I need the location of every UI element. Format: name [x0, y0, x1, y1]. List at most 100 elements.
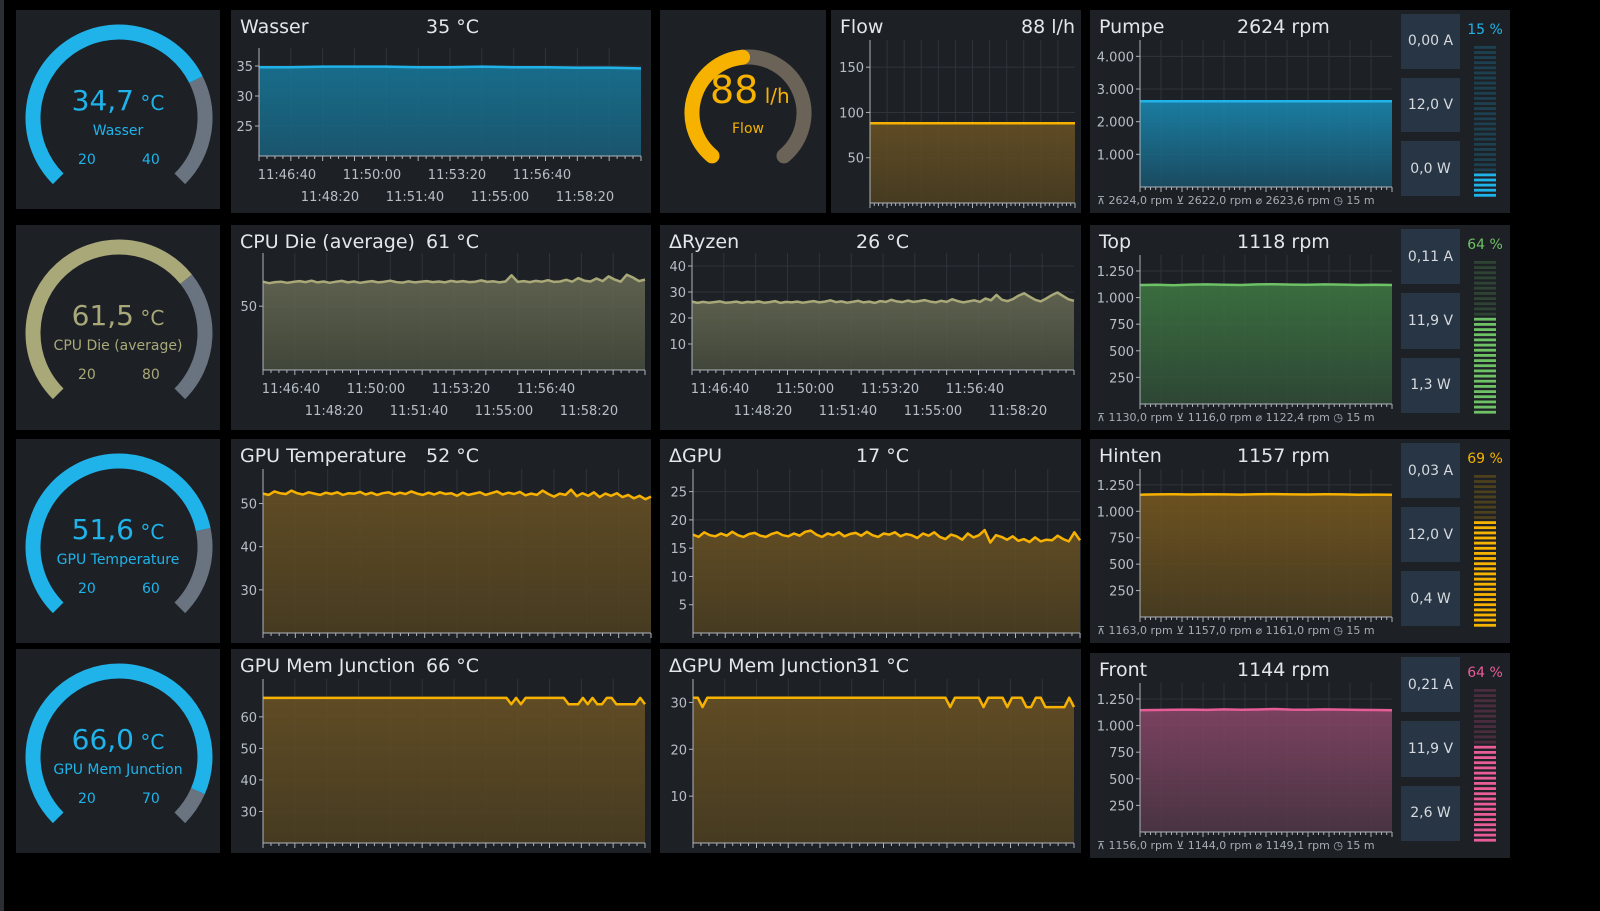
duty-segment [1474, 751, 1496, 754]
duty-segment [1474, 766, 1496, 770]
duty-segment [1474, 307, 1496, 311]
gauge-label: CPU Die (average) [53, 338, 183, 354]
gauge-value: 34,7 °C [16, 84, 220, 117]
flow-gauge-label: Flow [732, 121, 764, 137]
chart-panel-gpu-temperature: GPU Temperature 52 °C 30 40 50 [231, 439, 652, 643]
duty-segment [1474, 598, 1496, 601]
duty-segment [1474, 782, 1496, 785]
y-tick-label: 15 [670, 542, 687, 557]
duty-segment [1474, 261, 1496, 264]
y-tick-label: 30 [240, 584, 257, 599]
duty-segment [1474, 395, 1496, 399]
duty-segment [1474, 312, 1496, 316]
series-area [870, 123, 1075, 203]
duty-segment [1474, 541, 1496, 545]
series-area [692, 292, 1074, 370]
fan-panel-hinten: Hinten 1157 rpm 250 500 750 1.000 1.250 0,03 A1… [1090, 439, 1510, 643]
series-area [263, 697, 645, 843]
x-tick-label: 11:56:40 [513, 168, 571, 183]
duty-segment [1474, 81, 1496, 85]
x-tick-label: 11:46:40 [262, 382, 320, 397]
fan-legend: ⊼ 1156,0 rpm ⊻ 1144,0 rpm ⌀ 1149,1 rpm ◷… [1097, 839, 1375, 852]
duty-segment [1474, 792, 1496, 796]
x-tick-label: 11:46:40 [258, 168, 316, 183]
duty-segment [1474, 526, 1496, 530]
chart-panel-flow: Flow 88 l/h 50 100 150 [831, 10, 1081, 213]
duty-segment [1474, 297, 1496, 300]
fan-duty-bar [1474, 475, 1496, 627]
duty-segment [1474, 173, 1496, 177]
fan-duty-bar [1474, 261, 1496, 414]
series-area [263, 274, 645, 370]
duty-segment [1474, 333, 1496, 337]
duty-segment [1474, 735, 1496, 739]
y-tick-label: 40 [240, 774, 257, 789]
gauge-min: 20 [78, 367, 96, 383]
duty-segment [1474, 838, 1496, 842]
x-tick-label: 11:50:00 [347, 382, 405, 397]
gauge-value: 51,6 °C [16, 513, 220, 546]
duty-segment [1474, 107, 1496, 110]
x-tick-label: 11:58:20 [556, 190, 614, 205]
y-tick-label: 60 [240, 711, 257, 726]
fan-panel-pumpe: Pumpe 2624 rpm 1.000 2.000 3.000 4.000 0,00 A1… [1090, 10, 1510, 213]
duty-segment [1474, 495, 1496, 499]
duty-segment [1474, 745, 1496, 749]
y-tick-label: 50 [240, 300, 257, 315]
gauge-max: 70 [142, 791, 160, 807]
duty-segment [1474, 343, 1496, 347]
series-area [693, 697, 1074, 843]
chart-panel-gpu-mem-junction: GPU Mem Junction 66 °C 30 40 50 60 [231, 649, 651, 853]
gauge-label: GPU Temperature [56, 552, 180, 568]
duty-segment [1474, 158, 1496, 161]
duty-segment [1474, 613, 1496, 617]
duty-segment [1474, 562, 1496, 566]
x-tick-label: 11:50:00 [776, 382, 834, 397]
duty-segment [1474, 400, 1496, 404]
x-tick-label: 11:48:20 [301, 190, 359, 205]
chart-svg: 30 40 50 60 [240, 679, 646, 848]
x-tick-label: 11:53:20 [861, 382, 919, 397]
duty-segment [1474, 86, 1496, 90]
x-tick-label: 11:55:00 [475, 404, 533, 419]
duty-segment [1474, 740, 1496, 744]
duty-segment [1474, 510, 1496, 514]
gauge-label: GPU Mem Junction [53, 762, 183, 778]
duty-segment [1474, 694, 1496, 697]
x-tick-label: 11:51:40 [819, 404, 877, 419]
duty-segment [1474, 112, 1496, 116]
chart-panel-ryzen: ΔRyzen 26 °C 10 20 30 40 11:46:40 11:50:00 11:… [660, 225, 1081, 430]
duty-segment [1474, 730, 1496, 734]
gauge-number: 51,6 [71, 513, 134, 546]
duty-segment [1474, 348, 1496, 352]
y-tick-label: 30 [236, 90, 253, 105]
duty-segment [1474, 102, 1496, 105]
duty-segment [1474, 552, 1496, 555]
duty-segment [1474, 410, 1496, 414]
gauge-max: 40 [142, 152, 160, 168]
duty-segment [1474, 802, 1496, 806]
y-tick-label: 20 [670, 514, 687, 529]
y-tick-label: 30 [669, 286, 686, 301]
gauge-panel-flow: 88 l/h Flow [660, 10, 826, 213]
duty-segment [1474, 699, 1496, 703]
duty-segment [1474, 709, 1496, 713]
duty-segment [1474, 271, 1496, 275]
gauge-panel-cpu: 61,5 °C CPU Die (average) 20 80 [16, 225, 220, 430]
duty-segment [1474, 567, 1496, 571]
x-tick-label: 11:55:00 [471, 190, 529, 205]
duty-segment [1474, 572, 1496, 576]
duty-segment [1474, 623, 1496, 627]
y-tick-label: 30 [670, 696, 687, 711]
gauge-min: 20 [78, 791, 96, 807]
duty-segment [1474, 582, 1496, 586]
duty-segment [1474, 317, 1496, 321]
duty-segment [1474, 56, 1496, 59]
x-tick-label: 11:51:40 [390, 404, 448, 419]
chart-svg: 30 40 50 [240, 469, 652, 638]
duty-segment [1474, 286, 1496, 290]
duty-segment [1474, 76, 1496, 80]
gauge-value: 61,5 °C [16, 299, 220, 332]
y-tick-label: 150 [839, 61, 864, 76]
duty-segment [1474, 148, 1496, 151]
